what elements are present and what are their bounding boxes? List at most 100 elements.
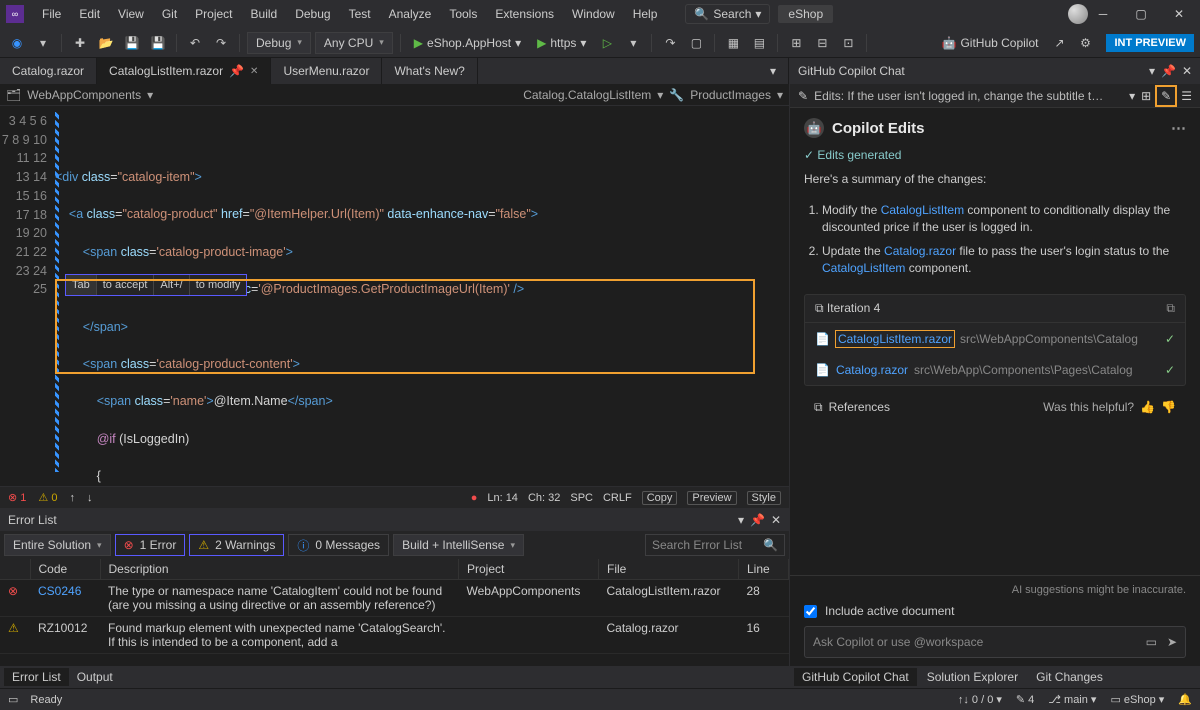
col-code[interactable]: Code xyxy=(30,559,100,580)
build-config-dropdown[interactable]: Debug▾ xyxy=(247,32,311,54)
platform-dropdown[interactable]: Any CPU▾ xyxy=(315,32,393,54)
list-icon[interactable]: ☰ xyxy=(1181,89,1192,103)
tool-icon[interactable]: ⊡ xyxy=(837,32,859,54)
menu-view[interactable]: View xyxy=(110,4,152,24)
style-button[interactable]: Style xyxy=(747,491,781,505)
branch-indicator[interactable]: ⎇ main ▾ xyxy=(1048,693,1096,706)
references-label[interactable]: References xyxy=(829,400,890,414)
menu-help[interactable]: Help xyxy=(625,4,666,24)
layout-icon[interactable]: ▦ xyxy=(722,32,744,54)
menu-edit[interactable]: Edit xyxy=(71,4,108,24)
error-search[interactable]: Search Error List🔍 xyxy=(645,534,785,556)
suggest-tooltip[interactable]: Tab to accept Alt+/ to modify xyxy=(65,274,247,296)
col-project[interactable]: Project xyxy=(459,559,599,580)
menu-test[interactable]: Test xyxy=(341,4,379,24)
include-active-doc[interactable]: Include active document xyxy=(804,604,1186,618)
undo-icon[interactable]: ↶ xyxy=(184,32,206,54)
file-link[interactable]: Catalog.razor xyxy=(884,244,956,258)
dropdown-icon[interactable]: ▾ xyxy=(738,513,744,527)
error-icon[interactable]: ⊗ 1 xyxy=(8,491,26,504)
new-thread-icon[interactable]: ⊞ xyxy=(1141,89,1151,103)
dropdown-icon[interactable]: ▾ xyxy=(1149,64,1155,78)
menu-tools[interactable]: Tools xyxy=(441,4,485,24)
tab-usermenu-razor[interactable]: UserMenu.razor xyxy=(271,58,382,84)
ln-indicator[interactable]: Ln: 14 xyxy=(487,492,518,504)
menu-extensions[interactable]: Extensions xyxy=(487,4,562,24)
pin-icon[interactable]: 📌 xyxy=(229,64,244,78)
play-icon[interactable]: ▷ xyxy=(596,32,618,54)
tab-git-changes[interactable]: Git Changes xyxy=(1028,668,1111,686)
copy-button[interactable]: Copy xyxy=(642,491,678,505)
more-icon[interactable]: ⋯ xyxy=(1171,119,1186,137)
tab-copilot-chat[interactable]: GitHub Copilot Chat xyxy=(794,668,917,686)
chevron-down-icon[interactable]: ▾ xyxy=(622,32,644,54)
menu-git[interactable]: Git xyxy=(154,4,185,24)
chevron-down-icon[interactable]: ▾ xyxy=(1129,89,1135,103)
menu-build[interactable]: Build xyxy=(243,4,286,24)
user-avatar[interactable] xyxy=(1068,4,1088,24)
nav-down-icon[interactable]: ↓ xyxy=(87,492,93,504)
menu-analyze[interactable]: Analyze xyxy=(381,4,440,24)
warning-filter[interactable]: ⚠2 Warnings xyxy=(189,534,284,556)
menu-window[interactable]: Window xyxy=(564,4,623,24)
stop-icon[interactable]: ▢ xyxy=(685,32,707,54)
breadcrumb-type[interactable]: Catalog.CatalogListItem xyxy=(523,88,651,102)
close-icon[interactable]: ✕ xyxy=(250,66,258,77)
output-icon[interactable]: ▭ xyxy=(8,693,18,706)
tab-catalog-razor[interactable]: Catalog.razor xyxy=(0,58,97,84)
tab-whats-new[interactable]: What's New? xyxy=(382,58,477,84)
tab-error-list[interactable]: Error List xyxy=(4,668,69,686)
scope-dropdown[interactable]: Entire Solution▾ xyxy=(4,534,111,556)
step-over-icon[interactable]: ↷ xyxy=(659,32,681,54)
file-row[interactable]: 📄 CatalogListItem.razor src\WebAppCompon… xyxy=(805,323,1185,355)
tool-icon[interactable]: ⊞ xyxy=(785,32,807,54)
start-profile-button[interactable]: ▶https▾ xyxy=(531,34,592,52)
spc-indicator[interactable]: SPC xyxy=(570,492,593,504)
notifications-icon[interactable]: 🔔 xyxy=(1178,693,1192,706)
layout-icon[interactable]: ▤ xyxy=(748,32,770,54)
tab-solution-explorer[interactable]: Solution Explorer xyxy=(919,668,1026,686)
file-link[interactable]: CatalogListItem xyxy=(822,261,905,275)
tab-output[interactable]: Output xyxy=(69,668,121,686)
repo-indicator[interactable]: ▭ eShop ▾ xyxy=(1110,693,1164,706)
start-debug-button[interactable]: ▶eShop.AppHost▾ xyxy=(408,34,527,52)
include-active-checkbox[interactable] xyxy=(804,605,817,618)
error-row[interactable]: ⊗ CS0246 The type or namespace name 'Cat… xyxy=(0,580,789,617)
tab-overflow-icon[interactable]: ▾ xyxy=(758,58,789,84)
book-icon[interactable]: ▭ xyxy=(1146,635,1157,649)
thumbs-up-icon[interactable]: 👍 xyxy=(1140,400,1155,414)
redo-icon[interactable]: ↷ xyxy=(210,32,232,54)
breadcrumb-project[interactable]: WebAppComponents xyxy=(27,88,141,102)
search-box[interactable]: 🔍 Search ▾ xyxy=(685,4,770,24)
tab-cataloglistitem-razor[interactable]: CatalogListItem.razor📌✕ xyxy=(97,58,271,84)
crlf-indicator[interactable]: CRLF xyxy=(603,492,632,504)
settings-icon[interactable]: ⚙ xyxy=(1074,32,1096,54)
pin-icon[interactable]: 📌 xyxy=(750,513,765,527)
open-icon[interactable]: 📂 xyxy=(95,32,117,54)
warning-icon[interactable]: ⚠ 0 xyxy=(38,491,57,504)
copilot-edits-button[interactable]: ✎ xyxy=(1157,87,1175,105)
share-icon[interactable]: ↗ xyxy=(1048,32,1070,54)
error-filter[interactable]: ⊗1 Error xyxy=(115,534,186,556)
menu-project[interactable]: Project xyxy=(187,4,240,24)
file-link[interactable]: CatalogListItem xyxy=(881,203,964,217)
menu-debug[interactable]: Debug xyxy=(287,4,338,24)
code-area[interactable]: <div class="catalog-item"> <a class="cat… xyxy=(55,106,789,486)
copy-icon[interactable]: ⧉ xyxy=(1166,301,1175,316)
preview-button[interactable]: Preview xyxy=(687,491,736,505)
close-icon[interactable]: ✕ xyxy=(771,513,781,527)
close-button[interactable]: ✕ xyxy=(1164,4,1194,24)
nav-indicator[interactable]: ↑↓ 0 / 0 ▾ xyxy=(958,693,1002,706)
maximize-button[interactable]: ▢ xyxy=(1126,4,1156,24)
file-row[interactable]: 📄 Catalog.razor src\WebApp\Components\Pa… xyxy=(805,355,1185,385)
send-icon[interactable]: ➤ xyxy=(1167,635,1177,649)
edits-dropdown[interactable]: Edits: If the user isn't logged in, chan… xyxy=(814,89,1123,103)
pin-icon[interactable]: 📌 xyxy=(1161,64,1176,78)
save-all-icon[interactable]: 💾 xyxy=(147,32,169,54)
chevron-down-icon[interactable]: ▾ xyxy=(32,32,54,54)
new-item-icon[interactable]: ✚ xyxy=(69,32,91,54)
minimize-button[interactable]: ─ xyxy=(1088,4,1118,24)
error-table[interactable]: Code Description Project File Line ⊗ CS0… xyxy=(0,559,789,666)
ask-copilot-input[interactable]: Ask Copilot or use @workspace ▭ ➤ xyxy=(804,626,1186,658)
menu-file[interactable]: File xyxy=(34,4,69,24)
